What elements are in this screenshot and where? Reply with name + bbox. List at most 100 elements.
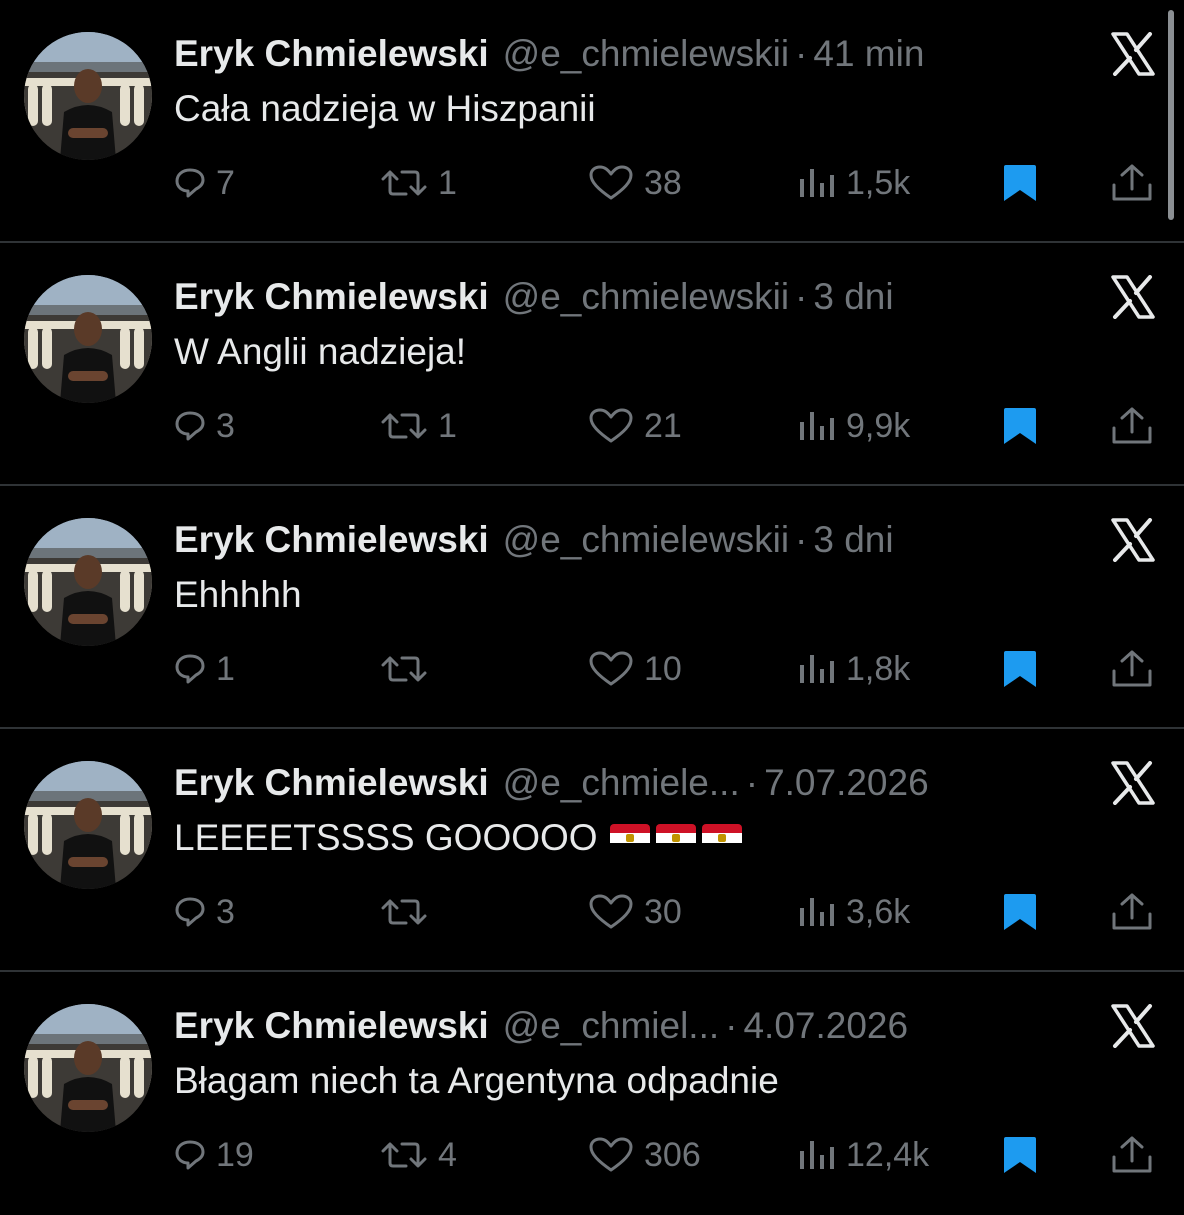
bookmark-button[interactable] <box>1000 403 1040 449</box>
like-button[interactable]: 306 <box>588 1132 701 1178</box>
author-handle[interactable]: @e_chmielewskii <box>503 33 789 75</box>
views-icon <box>800 169 834 197</box>
share-button[interactable] <box>1110 646 1154 692</box>
avatar[interactable] <box>24 275 152 403</box>
share-button[interactable] <box>1110 889 1154 935</box>
views-count: 1,8k <box>846 649 911 688</box>
like-count: 306 <box>644 1135 701 1174</box>
author-handle[interactable]: @e_chmielewskii <box>503 276 789 318</box>
like-button[interactable]: 21 <box>588 403 682 449</box>
author-name[interactable]: Eryk Chmielewski <box>174 276 489 318</box>
retweet-button[interactable]: 4 <box>380 1132 457 1178</box>
like-button[interactable]: 10 <box>588 646 682 692</box>
egypt-flag-icon <box>609 824 650 852</box>
tweet-time[interactable]: 4.07.2026 <box>743 1005 908 1047</box>
share-button[interactable] <box>1110 160 1154 206</box>
reply-button[interactable]: 3 <box>174 889 235 935</box>
avatar[interactable] <box>24 1004 152 1132</box>
avatar[interactable] <box>24 761 152 889</box>
like-count: 21 <box>644 406 682 445</box>
reply-button[interactable]: 1 <box>174 646 235 692</box>
views-button[interactable]: 12,4k <box>798 1132 929 1178</box>
tweet-time[interactable]: 41 min <box>813 33 924 75</box>
emoji-flags <box>609 824 742 852</box>
views-count: 1,5k <box>846 163 911 202</box>
scrollbar[interactable] <box>1168 10 1174 220</box>
views-icon <box>800 1141 834 1169</box>
views-count: 3,6k <box>846 892 911 931</box>
bookmark-filled-icon <box>1004 651 1036 687</box>
retweet-button[interactable] <box>380 646 438 692</box>
like-button[interactable]: 30 <box>588 889 682 935</box>
tweet-text-content: Błagam niech ta Argentyna odpadnie <box>174 1060 779 1101</box>
egypt-flag-icon <box>701 824 742 852</box>
retweet-icon <box>381 413 427 439</box>
retweet-icon <box>381 170 427 196</box>
tweet-text: W Anglii nadzieja! <box>174 331 466 373</box>
views-button[interactable]: 3,6k <box>798 889 910 935</box>
tweet[interactable]: Eryk Chmielewski @e_chmielewskii · 3 dni… <box>0 243 1184 486</box>
views-count: 9,9k <box>846 406 911 445</box>
retweet-count: 1 <box>438 406 457 445</box>
retweet-button[interactable]: 1 <box>380 403 457 449</box>
tweet-feed: Eryk Chmielewski @e_chmielewskii · 41 mi… <box>0 0 1184 1200</box>
share-button[interactable] <box>1110 403 1154 449</box>
avatar[interactable] <box>24 518 152 646</box>
reply-button[interactable]: 19 <box>174 1132 254 1178</box>
tweet-time[interactable]: 7.07.2026 <box>764 762 929 804</box>
tweet-actions: 1 10 1,8k <box>174 646 1164 692</box>
retweet-icon <box>381 899 427 925</box>
author-name[interactable]: Eryk Chmielewski <box>174 519 489 561</box>
bookmark-filled-icon <box>1004 165 1036 201</box>
bookmark-button[interactable] <box>1000 160 1040 206</box>
avatar[interactable] <box>24 32 152 160</box>
like-count: 38 <box>644 163 682 202</box>
x-logo-icon <box>1111 518 1155 562</box>
share-button[interactable] <box>1110 1132 1154 1178</box>
bookmark-button[interactable] <box>1000 1132 1040 1178</box>
author-name[interactable]: Eryk Chmielewski <box>174 762 489 804</box>
share-icon <box>1112 407 1152 444</box>
reply-icon <box>175 654 205 684</box>
tweet[interactable]: Eryk Chmielewski @e_chmiel... · 4.07.202… <box>0 972 1184 1215</box>
tweet-header: Eryk Chmielewski @e_chmielewskii · 3 dni <box>174 273 894 321</box>
reply-count: 1 <box>216 649 235 688</box>
tweet-text-content: W Anglii nadzieja! <box>174 331 467 372</box>
author-name[interactable]: Eryk Chmielewski <box>174 33 489 75</box>
author-handle[interactable]: @e_chmielewskii <box>503 519 789 561</box>
x-logo-icon <box>1111 761 1155 805</box>
separator-dot: · <box>795 519 808 560</box>
tweet-text-content: Cała nadzieja w Hiszpanii <box>174 88 596 129</box>
tweet-text: LEEEETSSSS GOOOOO <box>174 817 742 859</box>
tweet[interactable]: Eryk Chmielewski @e_chmielewskii · 41 mi… <box>0 0 1184 243</box>
tweet-time[interactable]: 3 dni <box>813 519 893 561</box>
tweet[interactable]: Eryk Chmielewski @e_chmiele... · 7.07.20… <box>0 729 1184 972</box>
bookmark-button[interactable] <box>1000 889 1040 935</box>
reply-icon <box>175 168 205 198</box>
retweet-button[interactable] <box>380 889 438 935</box>
tweet-time[interactable]: 3 dni <box>813 276 893 318</box>
views-button[interactable]: 1,8k <box>798 646 910 692</box>
tweet-text: Cała nadzieja w Hiszpanii <box>174 88 596 130</box>
tweet-actions: 3 30 3,6k <box>174 889 1164 935</box>
author-handle[interactable]: @e_chmiele... <box>503 762 740 804</box>
heart-icon <box>589 165 633 200</box>
views-icon <box>800 412 834 440</box>
reply-button[interactable]: 3 <box>174 403 235 449</box>
heart-icon <box>589 894 633 929</box>
views-button[interactable]: 9,9k <box>798 403 910 449</box>
tweet[interactable]: Eryk Chmielewski @e_chmielewskii · 3 dni… <box>0 486 1184 729</box>
retweet-icon <box>381 1142 427 1168</box>
retweet-count: 1 <box>438 163 457 202</box>
like-button[interactable]: 38 <box>588 160 682 206</box>
tweet-header: Eryk Chmielewski @e_chmiele... · 7.07.20… <box>174 759 929 807</box>
separator-dot: · <box>745 762 759 803</box>
retweet-button[interactable]: 1 <box>380 160 457 206</box>
author-handle[interactable]: @e_chmiel... <box>503 1005 719 1047</box>
reply-button[interactable]: 7 <box>174 160 235 206</box>
bookmark-button[interactable] <box>1000 646 1040 692</box>
author-name[interactable]: Eryk Chmielewski <box>174 1005 489 1047</box>
views-button[interactable]: 1,5k <box>798 160 910 206</box>
separator-dot: · <box>725 1005 738 1046</box>
x-logo-icon <box>1111 32 1155 76</box>
